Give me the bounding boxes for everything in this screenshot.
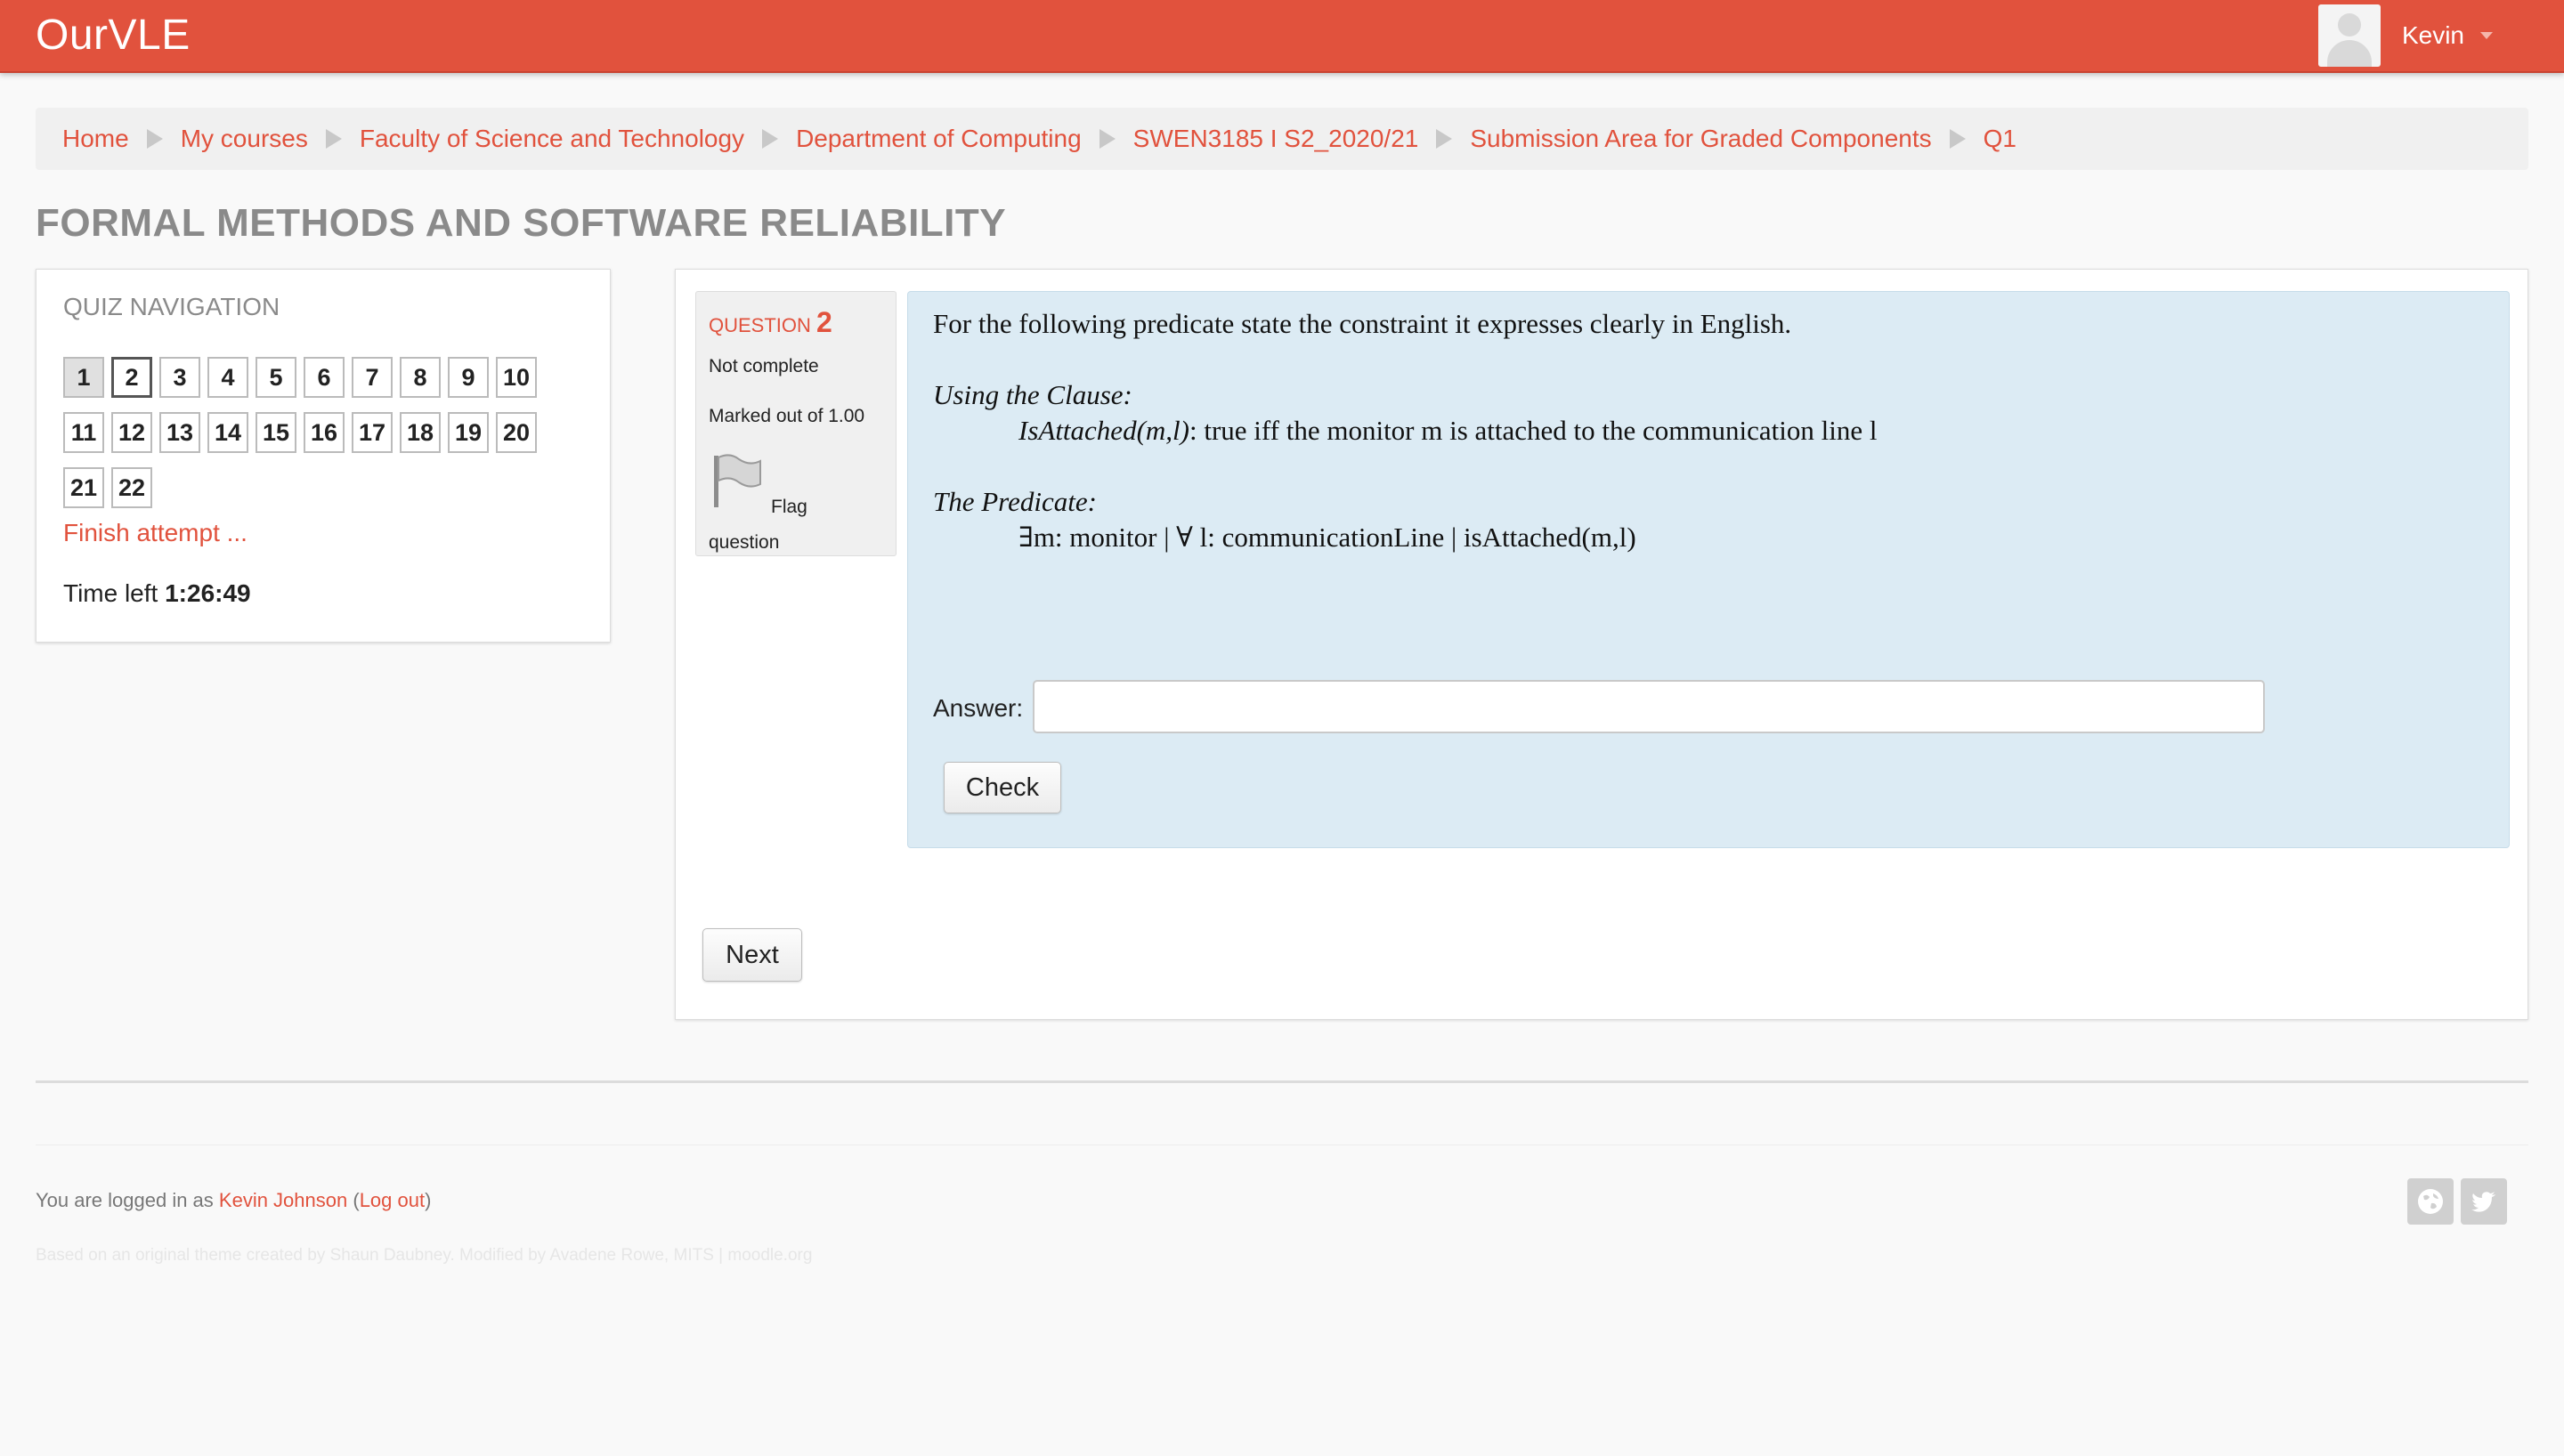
flag-icon[interactable] xyxy=(710,452,764,509)
quiz-nav-question-10[interactable]: 10 xyxy=(496,357,537,398)
question-number-value: 2 xyxy=(816,306,832,338)
quiz-nav-question-4[interactable]: 4 xyxy=(207,357,248,398)
question-state: Not complete xyxy=(709,356,819,376)
breadcrumb-course[interactable]: SWEN3185 I S2_2020/21 xyxy=(1133,125,1419,153)
time-left-label: Time left xyxy=(63,579,158,607)
quiz-nav-question-5[interactable]: 5 xyxy=(256,357,296,398)
logout-link[interactable]: Log out xyxy=(360,1189,425,1211)
quiz-nav-question-18[interactable]: 18 xyxy=(400,412,441,453)
breadcrumb-my-courses[interactable]: My courses xyxy=(181,125,308,153)
question-prompt: For the following predicate state the co… xyxy=(933,308,1792,339)
question-number-label: QUESTION xyxy=(709,314,811,336)
chevron-down-icon[interactable] xyxy=(2480,32,2493,39)
quiz-nav-question-9[interactable]: 9 xyxy=(448,357,489,398)
quiz-nav-question-3[interactable]: 3 xyxy=(159,357,200,398)
quiz-nav-question-15[interactable]: 15 xyxy=(256,412,296,453)
clause-name: IsAttached(m,l) xyxy=(1018,415,1189,446)
quiz-nav-question-2[interactable]: 2 xyxy=(111,357,152,398)
predicate-heading: The Predicate: xyxy=(933,486,1097,517)
question-content: For the following predicate state the co… xyxy=(907,291,2510,848)
quiz-nav-question-6[interactable]: 6 xyxy=(304,357,345,398)
quiz-nav-question-16[interactable]: 16 xyxy=(304,412,345,453)
breadcrumb-separator-icon xyxy=(146,129,163,149)
breadcrumb-department[interactable]: Department of Computing xyxy=(796,125,1082,153)
breadcrumb-separator-icon xyxy=(1949,129,1966,149)
user-menu[interactable]: Kevin xyxy=(2317,4,2493,67)
breadcrumb-quiz[interactable]: Q1 xyxy=(1984,125,2016,153)
breadcrumb-separator-icon xyxy=(762,129,779,149)
breadcrumb-home[interactable]: Home xyxy=(62,125,129,153)
time-left: Time left 1:26:49 xyxy=(63,579,251,608)
check-button[interactable]: Check xyxy=(944,762,1061,813)
quiz-nav-question-14[interactable]: 14 xyxy=(207,412,248,453)
quiz-nav-question-19[interactable]: 19 xyxy=(448,412,489,453)
finish-attempt-link[interactable]: Finish attempt ... xyxy=(63,519,247,547)
quiz-nav-question-1[interactable]: 1 xyxy=(63,357,104,398)
footer-divider xyxy=(36,1080,2528,1083)
login-info-prefix: You are logged in as xyxy=(36,1189,219,1211)
question-grade: Marked out of 1.00 xyxy=(709,406,865,426)
breadcrumb-section[interactable]: Submission Area for Graded Components xyxy=(1470,125,1931,153)
clause-description: : true iff the monitor m is attached to … xyxy=(1189,415,1878,446)
site-brand-link[interactable]: OurVLE xyxy=(36,11,191,60)
user-profile-link[interactable]: Kevin Johnson xyxy=(219,1189,347,1211)
quiz-nav-question-20[interactable]: 20 xyxy=(496,412,537,453)
quiz-nav-question-17[interactable]: 17 xyxy=(352,412,393,453)
predicate-text: ∃m: monitor | ∀ l: communicationLine | i… xyxy=(1018,522,1636,553)
quiz-nav-question-13[interactable]: 13 xyxy=(159,412,200,453)
quiz-nav-question-22[interactable]: 22 xyxy=(111,467,152,508)
answer-label: Answer: xyxy=(933,694,1024,722)
quiz-navigation-title: QUIZ NAVIGATION xyxy=(63,293,280,320)
breadcrumb-separator-icon xyxy=(1436,129,1453,149)
question-number: QUESTION 2 xyxy=(709,306,832,339)
clause-definition: IsAttached(m,l): true iff the monitor m … xyxy=(1018,415,1878,447)
flag-question-label[interactable]: Flag xyxy=(771,497,807,518)
breadcrumb-faculty[interactable]: Faculty of Science and Technology xyxy=(360,125,744,153)
breadcrumb: Home My courses Faculty of Science and T… xyxy=(36,108,2528,170)
question-region: QUESTION 2 Not complete Marked out of 1.… xyxy=(675,269,2528,1020)
top-navbar: OurVLE Kevin xyxy=(0,0,2564,73)
page-title: FORMAL METHODS AND SOFTWARE RELIABILITY xyxy=(36,201,1007,245)
breadcrumb-separator-icon xyxy=(1099,129,1116,149)
user-name[interactable]: Kevin xyxy=(2402,21,2464,50)
time-left-value: 1:26:49 xyxy=(165,579,251,607)
question-info: QUESTION 2 Not complete Marked out of 1.… xyxy=(695,291,897,556)
flag-question-label-2[interactable]: question xyxy=(709,532,779,554)
next-button[interactable]: Next xyxy=(702,928,802,982)
quiz-nav-question-11[interactable]: 11 xyxy=(63,412,104,453)
twitter-icon[interactable] xyxy=(2461,1178,2507,1225)
breadcrumb-separator-icon xyxy=(325,129,342,149)
avatar[interactable] xyxy=(2317,4,2381,67)
answer-input[interactable] xyxy=(1033,680,2265,733)
globe-icon[interactable] xyxy=(2407,1178,2454,1225)
quiz-navigation-block: QUIZ NAVIGATION 1 2 3 4 5 6 7 8 9 10 11 … xyxy=(36,269,611,643)
clause-heading: Using the Clause: xyxy=(933,379,1132,410)
login-info: You are logged in as Kevin Johnson (Log … xyxy=(36,1189,432,1211)
quiz-nav-question-8[interactable]: 8 xyxy=(400,357,441,398)
theme-credits: Based on an original theme created by Sh… xyxy=(36,1246,813,1265)
quiz-nav-question-7[interactable]: 7 xyxy=(352,357,393,398)
quiz-nav-question-12[interactable]: 12 xyxy=(111,412,152,453)
quiz-nav-question-21[interactable]: 21 xyxy=(63,467,104,508)
